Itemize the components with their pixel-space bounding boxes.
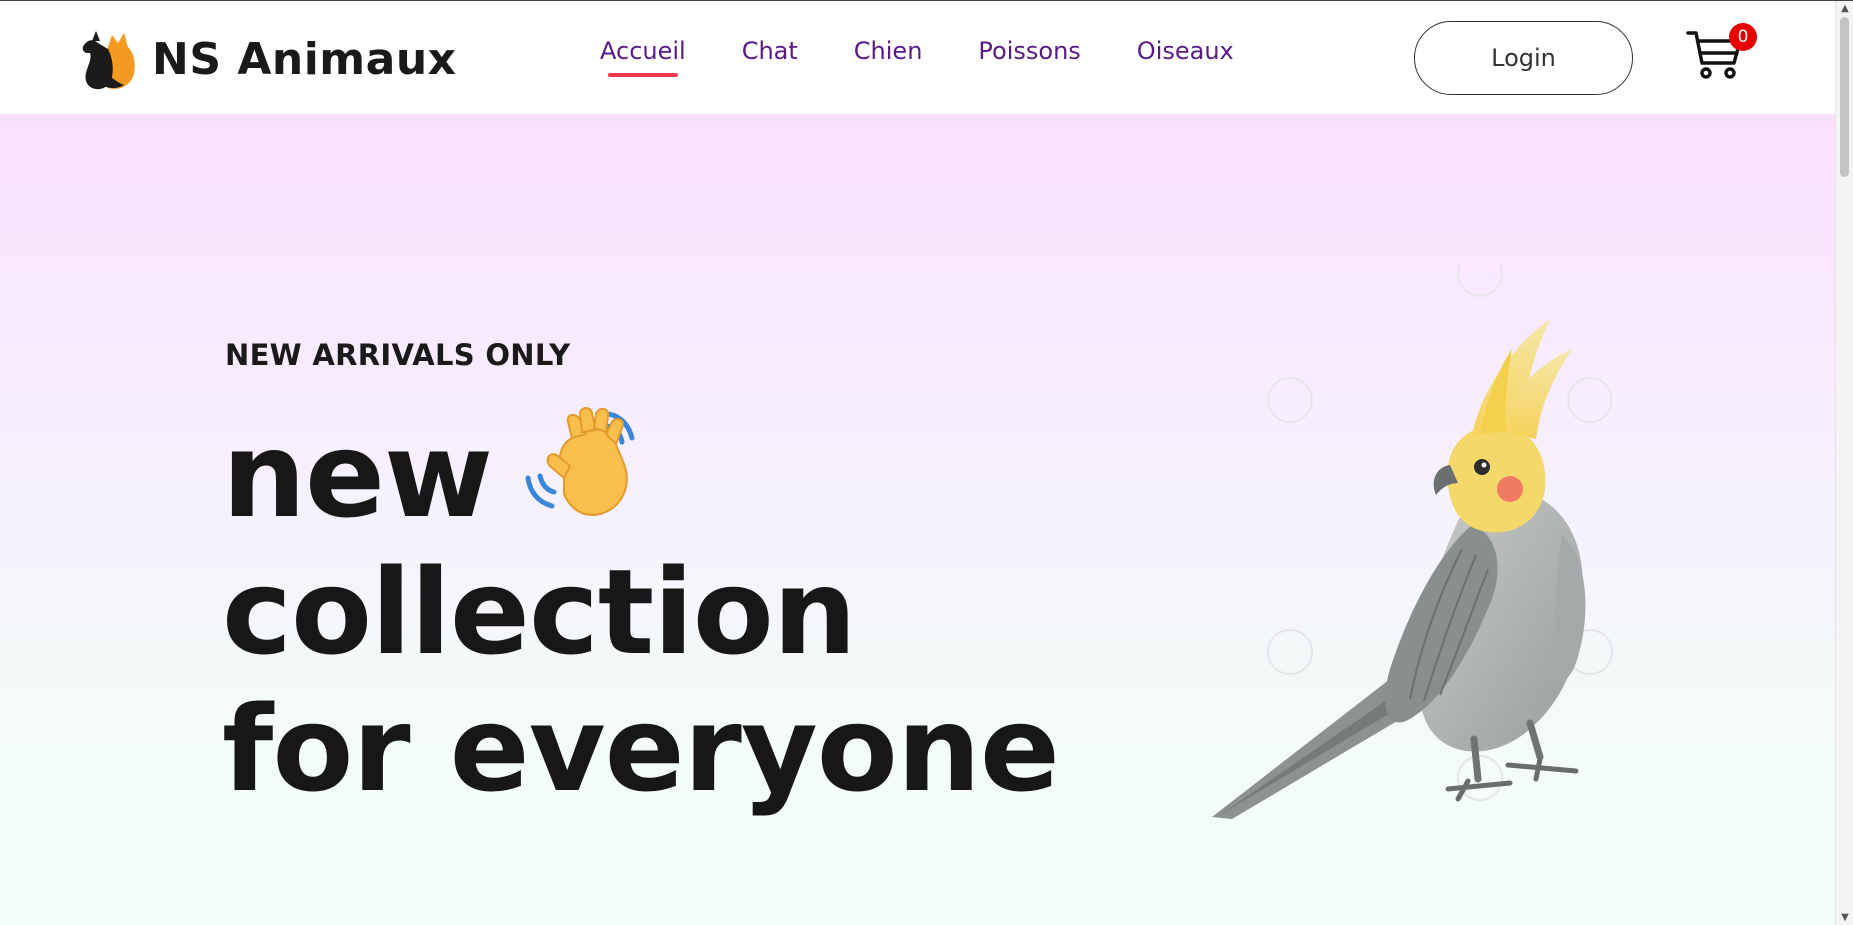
scrollbar-thumb[interactable] [1840,17,1849,177]
page: NS Animaux Accueil Chat Chien Poissons O… [0,0,1853,925]
hero-section: NEW ARRIVALS ONLY new collection for eve… [0,114,1835,925]
hero-tagline: NEW ARRIVALS ONLY [225,338,571,372]
cockatiel-bird-illustration [1212,319,1586,819]
nav-link-poissons[interactable]: Poissons [978,37,1080,65]
nav-link-chien[interactable]: Chien [854,37,923,65]
login-button[interactable]: Login [1414,21,1633,95]
hero-title-line-1: new [222,404,1059,544]
hero-title-line-2: collection [222,543,857,681]
main-nav: Accueil Chat Chien Poissons Oiseaux [600,37,1290,77]
scroll-down-arrow-icon[interactable]: ▼ [1839,912,1851,924]
nav-link-oiseaux[interactable]: Oiseaux [1137,37,1234,65]
hero-title-line-3: for everyone [222,680,1060,818]
cart-count-badge: 0 [1729,23,1757,51]
nav-link-accueil[interactable]: Accueil [600,37,686,77]
waving-hand-icon [525,407,635,516]
brand-name: NS Animaux [152,33,457,85]
hero-title-word: new [222,406,493,544]
nav-link-chat[interactable]: Chat [742,37,798,65]
brand-home-link[interactable]: NS Animaux [78,27,457,91]
cat-dog-logo-icon [82,31,135,90]
hero-title: new collection for everyone [222,404,1060,818]
scroll-up-arrow-icon[interactable]: ▲ [1839,3,1851,15]
page-scrollbar[interactable]: ▲ ▼ [1835,1,1853,925]
navbar: NS Animaux Accueil Chat Chien Poissons O… [0,1,1835,114]
cart-button[interactable]: 0 [1686,23,1757,83]
